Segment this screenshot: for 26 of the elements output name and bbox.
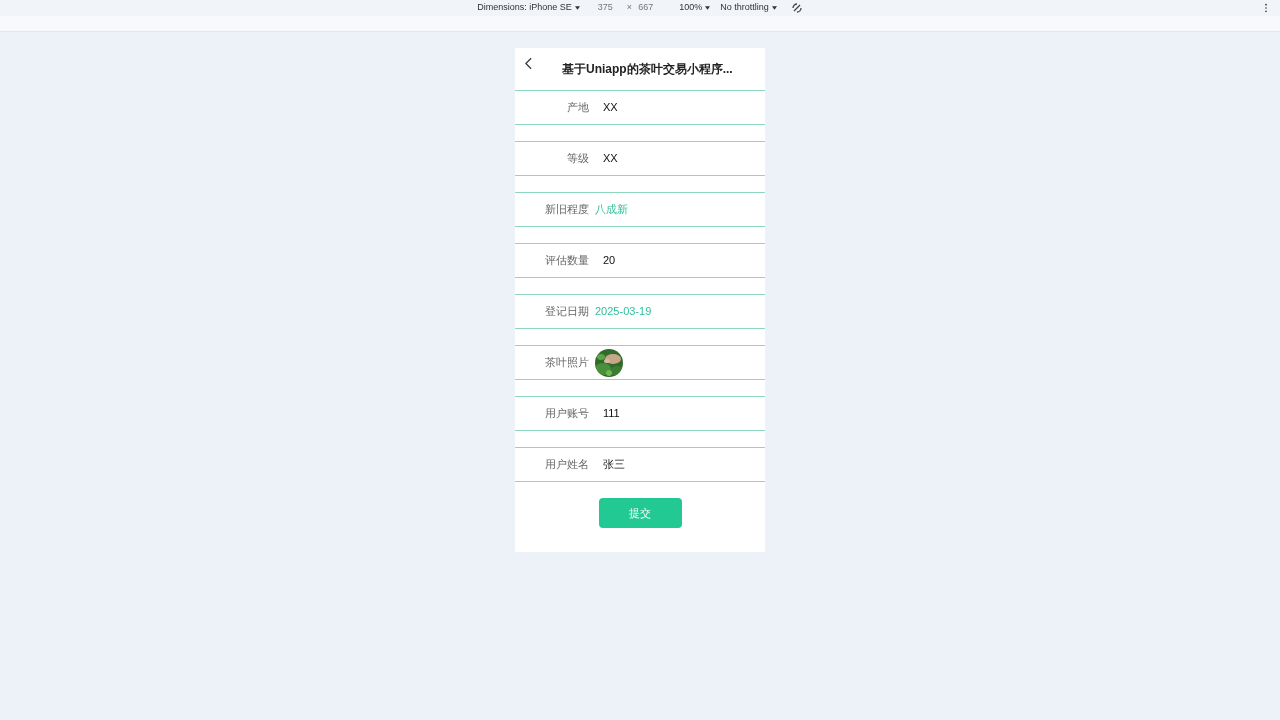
times-label: × — [626, 1, 633, 15]
field-label: 茶叶照片 — [544, 355, 589, 371]
height-field[interactable]: 667 — [638, 1, 654, 15]
caret-icon — [771, 6, 777, 10]
field-value[interactable]: 20 — [603, 252, 616, 269]
field-value[interactable]: XX — [603, 99, 618, 116]
caret-icon — [705, 6, 711, 10]
field-label: 用户账号 — [544, 406, 589, 422]
field-label: 评估数量 — [544, 253, 589, 269]
field-value[interactable]: 张三 — [603, 456, 625, 473]
field-label: 新旧程度 — [544, 202, 589, 218]
field-label: 产地 — [566, 100, 589, 116]
zoom-selector[interactable]: 100% — [679, 1, 703, 15]
back-icon[interactable] — [525, 57, 532, 70]
field-label: 用户姓名 — [544, 457, 589, 473]
rotate-icon[interactable] — [790, 2, 803, 14]
more-icon[interactable] — [1264, 3, 1268, 13]
caret-icon — [574, 6, 580, 10]
field-value[interactable]: 111 — [603, 405, 620, 422]
field-label: 等级 — [566, 151, 589, 167]
width-field[interactable]: 375 — [597, 1, 613, 15]
device-selector[interactable]: Dimensions: iPhone SE — [477, 1, 572, 15]
throttling-selector[interactable]: No throttling — [720, 1, 769, 15]
field-label: 登记日期 — [544, 304, 589, 320]
field-value[interactable]: XX — [603, 150, 618, 167]
page-title: 基于Uniapp的茶叶交易小程序... — [562, 61, 733, 78]
